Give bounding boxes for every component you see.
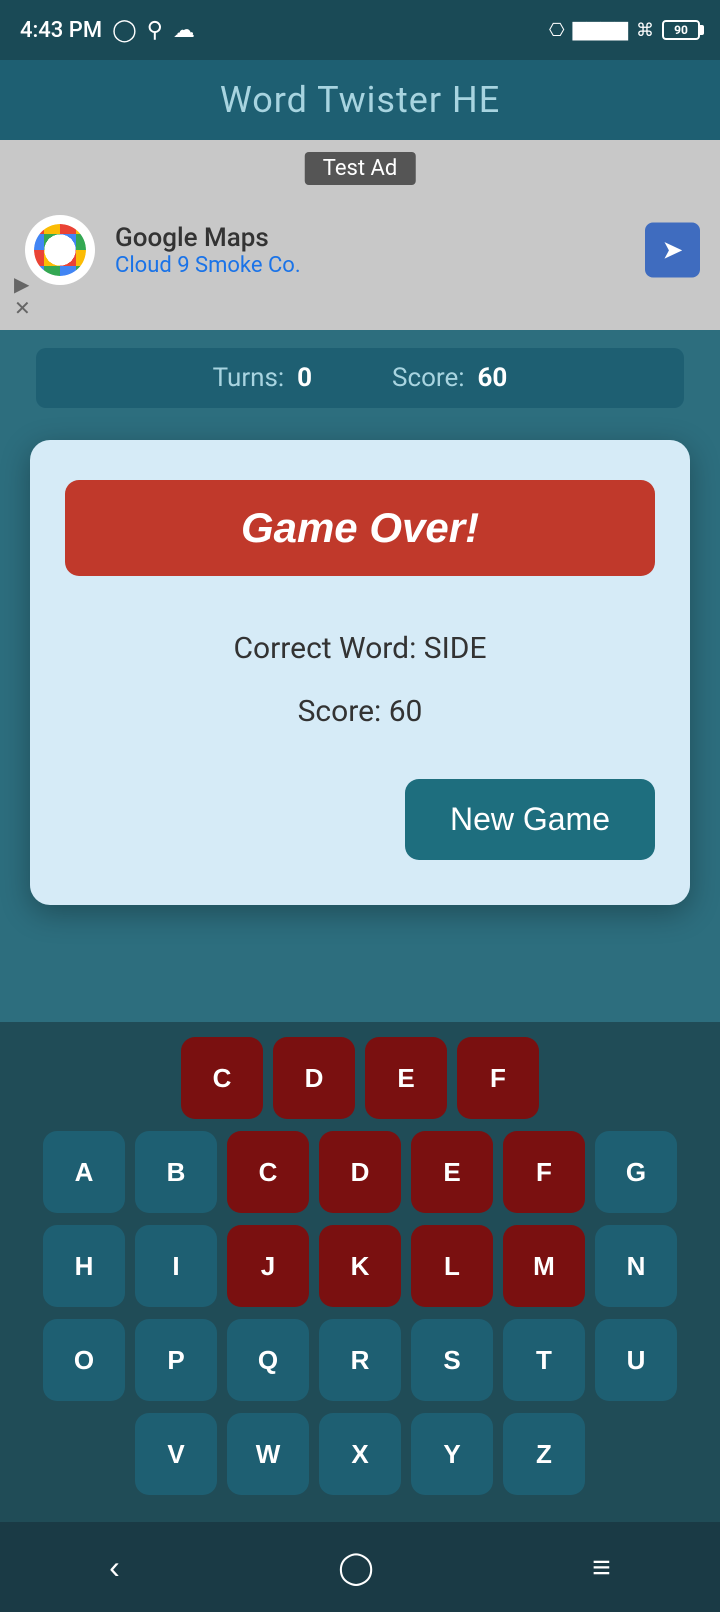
- status-bar-right: ⎔ ▇▇▇▇ ⌘ 90: [549, 20, 700, 41]
- key-Q[interactable]: Q: [227, 1319, 309, 1401]
- close-icon[interactable]: ✕: [14, 298, 31, 318]
- key-F[interactable]: F: [457, 1037, 539, 1119]
- status-bar-left: 4:43 PM ◯ ⚲ ☁: [20, 18, 195, 43]
- menu-button[interactable]: ≡: [562, 1539, 641, 1596]
- ad-subtitle: Cloud 9 Smoke Co.: [115, 253, 301, 278]
- ad-arrow-button[interactable]: ➤: [645, 223, 700, 278]
- key-T[interactable]: T: [503, 1319, 585, 1401]
- key-J[interactable]: J: [227, 1225, 309, 1307]
- key-E[interactable]: E: [365, 1037, 447, 1119]
- key-L[interactable]: L: [411, 1225, 493, 1307]
- keyboard-row-1-full: A B C D E F G: [10, 1131, 710, 1213]
- key-D[interactable]: D: [273, 1037, 355, 1119]
- new-game-button[interactable]: New Game: [405, 779, 655, 860]
- key-C[interactable]: C: [181, 1037, 263, 1119]
- key-H[interactable]: H: [43, 1225, 125, 1307]
- key-B[interactable]: B: [135, 1131, 217, 1213]
- arrow-icon: ➤: [662, 235, 684, 265]
- app-title-bar: Word Twister HE: [0, 60, 720, 140]
- key-Z[interactable]: Z: [503, 1413, 585, 1495]
- ad-controls: ▶ ✕: [14, 274, 31, 318]
- key-V[interactable]: V: [135, 1413, 217, 1495]
- game-over-dialog: Game Over! Correct Word: SIDE Score: 60 …: [30, 440, 690, 905]
- game-over-button: Game Over!: [65, 480, 655, 576]
- key-I[interactable]: I: [135, 1225, 217, 1307]
- key-Y[interactable]: Y: [411, 1413, 493, 1495]
- score-label: Score: 60: [392, 363, 507, 393]
- key-C2[interactable]: C: [227, 1131, 309, 1213]
- key-G[interactable]: G: [595, 1131, 677, 1213]
- play-icon[interactable]: ▶: [14, 274, 31, 294]
- key-D2[interactable]: D: [319, 1131, 401, 1213]
- keyboard-area: C D E F A B C D E F G H I J K L M N O P …: [0, 1022, 720, 1522]
- home-button[interactable]: ◯: [308, 1538, 404, 1596]
- key-A[interactable]: A: [43, 1131, 125, 1213]
- cloud-icon: ☁: [173, 18, 195, 43]
- google-maps-icon: [34, 224, 86, 276]
- ad-banner: Test Ad Google Maps Cloud 9 Smoke Co. ➤ …: [0, 140, 720, 330]
- signal-icon: ▇▇▇▇: [573, 20, 628, 41]
- score-value: 60: [477, 363, 507, 393]
- correct-word-display: Correct Word: SIDE: [65, 631, 655, 666]
- keyboard-row-1: C D E F: [10, 1037, 710, 1119]
- key-E2[interactable]: E: [411, 1131, 493, 1213]
- key-R[interactable]: R: [319, 1319, 401, 1401]
- key-S[interactable]: S: [411, 1319, 493, 1401]
- keyboard-row-2: H I J K L M N: [10, 1225, 710, 1307]
- ad-text: Google Maps Cloud 9 Smoke Co.: [115, 223, 301, 278]
- key-N[interactable]: N: [595, 1225, 677, 1307]
- ad-company: Google Maps: [115, 223, 301, 253]
- dialog-score-display: Score: 60: [65, 694, 655, 729]
- key-U[interactable]: U: [595, 1319, 677, 1401]
- game-over-text: Game Over!: [241, 504, 479, 551]
- time-display: 4:43 PM: [20, 18, 102, 43]
- keyboard-row-3: O P Q R S T U: [10, 1319, 710, 1401]
- ad-label: Test Ad: [305, 152, 416, 185]
- key-K[interactable]: K: [319, 1225, 401, 1307]
- usb-icon: ⚲: [147, 18, 163, 43]
- keyboard-row-4: V W X Y Z: [10, 1413, 710, 1495]
- battery-icon: 90: [662, 20, 700, 40]
- turns-value: 0: [297, 363, 312, 393]
- whatsapp-icon: ◯: [112, 18, 137, 43]
- key-F2[interactable]: F: [503, 1131, 585, 1213]
- app-title: Word Twister HE: [220, 79, 500, 121]
- score-bar: Turns: 0 Score: 60: [36, 348, 684, 408]
- nav-bar: ‹ ◯ ≡: [0, 1522, 720, 1612]
- key-X[interactable]: X: [319, 1413, 401, 1495]
- key-W[interactable]: W: [227, 1413, 309, 1495]
- status-bar: 4:43 PM ◯ ⚲ ☁ ⎔ ▇▇▇▇ ⌘ 90: [0, 0, 720, 60]
- key-P[interactable]: P: [135, 1319, 217, 1401]
- ad-logo: [25, 215, 95, 285]
- back-button[interactable]: ‹: [79, 1539, 150, 1596]
- key-M[interactable]: M: [503, 1225, 585, 1307]
- turns-label: Turns: 0: [213, 363, 312, 393]
- vibrate-icon: ⎔: [549, 20, 565, 41]
- wifi-icon: ⌘: [636, 20, 654, 41]
- key-O[interactable]: O: [43, 1319, 125, 1401]
